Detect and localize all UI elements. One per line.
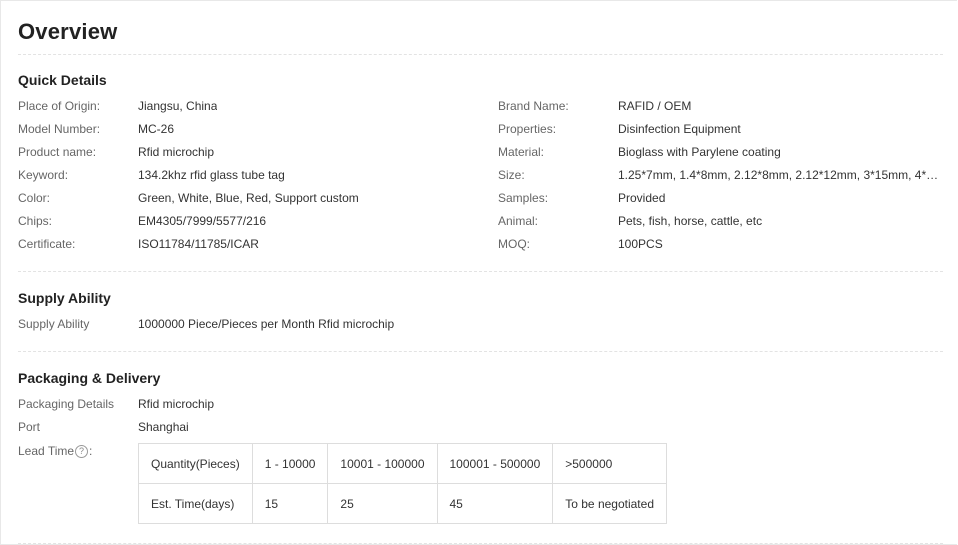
port-label: Port bbox=[18, 420, 41, 434]
properties-value: Disinfection Equipment bbox=[618, 122, 741, 136]
divider bbox=[18, 271, 943, 272]
packaging-details-label: Packaging Details bbox=[18, 397, 115, 411]
size-label: Size: bbox=[498, 168, 525, 182]
certificate-value: ISO11784/11785/ICAR bbox=[138, 237, 259, 251]
table-row: Est. Time(days) 15 25 45 To be negotiate… bbox=[138, 483, 667, 524]
animal-label: Animal: bbox=[498, 214, 539, 228]
table-cell: 25 bbox=[327, 483, 438, 524]
place-of-origin-value: Jiangsu, China bbox=[138, 99, 218, 113]
samples-label: Samples: bbox=[498, 191, 549, 205]
lead-time-colon: : bbox=[89, 444, 93, 458]
product-name-value: Rfid microchip bbox=[138, 145, 215, 159]
size-value: 1.25*7mm, 1.4*8mm, 2.12*8mm, 2.12*12mm, … bbox=[618, 168, 940, 182]
table-cell: >500000 bbox=[552, 443, 667, 484]
model-number-value: MC-26 bbox=[138, 122, 175, 136]
packaging-delivery-heading: Packaging & Delivery bbox=[18, 370, 161, 386]
model-number-label: Model Number: bbox=[18, 122, 101, 136]
color-value: Green, White, Blue, Red, Support custom bbox=[138, 191, 359, 205]
port-value: Shanghai bbox=[138, 420, 189, 434]
supply-ability-label: Supply Ability bbox=[18, 317, 90, 331]
supply-ability-heading: Supply Ability bbox=[18, 290, 111, 306]
product-name-label: Product name: bbox=[18, 145, 97, 159]
animal-value: Pets, fish, horse, cattle, etc bbox=[618, 214, 763, 228]
material-label: Material: bbox=[498, 145, 545, 159]
packaging-details-value: Rfid microchip bbox=[138, 397, 215, 411]
divider bbox=[18, 351, 943, 352]
chips-value: EM4305/7999/5577/216 bbox=[138, 214, 267, 228]
divider bbox=[18, 54, 943, 55]
table-cell: Quantity(Pieces) bbox=[138, 443, 253, 484]
material-value: Bioglass with Parylene coating bbox=[618, 145, 781, 159]
moq-label: MOQ: bbox=[498, 237, 530, 251]
lead-time-text: Lead Time bbox=[18, 444, 75, 458]
help-icon[interactable]: ? bbox=[75, 445, 89, 459]
lead-time-label: Lead Time?: bbox=[18, 444, 93, 459]
brand-name-value: RAFID / OEM bbox=[618, 99, 692, 113]
moq-value: 100PCS bbox=[618, 237, 663, 251]
table-cell: 100001 - 500000 bbox=[436, 443, 554, 484]
table-cell: 1 - 10000 bbox=[251, 443, 329, 484]
place-of-origin-label: Place of Origin: bbox=[18, 99, 101, 113]
chips-label: Chips: bbox=[18, 214, 53, 228]
brand-name-label: Brand Name: bbox=[498, 99, 569, 113]
quick-details-heading: Quick Details bbox=[18, 72, 107, 88]
table-cell: 45 bbox=[436, 483, 554, 524]
table-cell: To be negotiated bbox=[552, 483, 667, 524]
table-cell: 10001 - 100000 bbox=[327, 443, 438, 484]
keyword-label: Keyword: bbox=[18, 168, 69, 182]
table-cell: 15 bbox=[251, 483, 329, 524]
color-label: Color: bbox=[18, 191, 51, 205]
table-cell: Est. Time(days) bbox=[138, 483, 253, 524]
table-row: Quantity(Pieces) 1 - 10000 10001 - 10000… bbox=[138, 443, 667, 484]
divider bbox=[18, 543, 943, 544]
page-title: Overview bbox=[18, 19, 118, 44]
lead-time-table: Quantity(Pieces) 1 - 10000 10001 - 10000… bbox=[138, 443, 667, 524]
samples-value: Provided bbox=[618, 191, 666, 205]
supply-ability-value: 1000000 Piece/Pieces per Month Rfid micr… bbox=[138, 317, 395, 331]
certificate-label: Certificate: bbox=[18, 237, 76, 251]
keyword-value: 134.2khz rfid glass tube tag bbox=[138, 168, 285, 182]
properties-label: Properties: bbox=[498, 122, 557, 136]
